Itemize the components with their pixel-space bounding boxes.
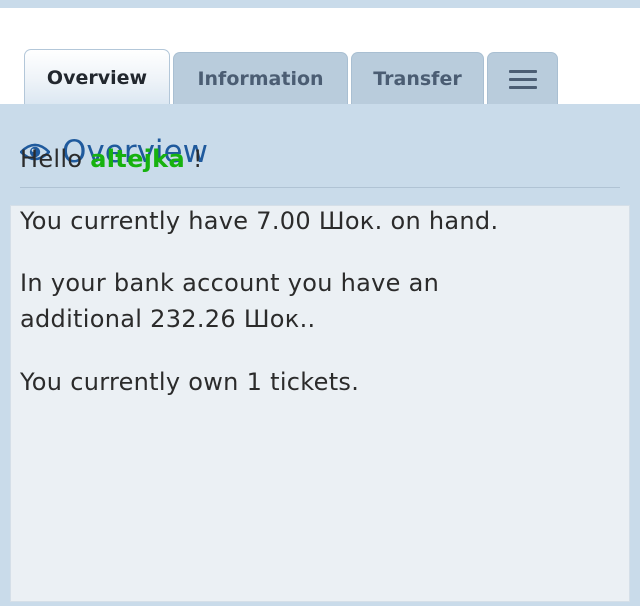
bank-text-line2: additional 232.26 Шок.. xyxy=(20,305,316,333)
tab-information[interactable]: Information xyxy=(173,52,348,105)
tab-menu-button[interactable] xyxy=(487,52,558,105)
tickets-text: You currently own 1 tickets. xyxy=(20,368,360,396)
bank-text-line1: In your bank account you have an xyxy=(20,269,440,297)
greeting-prefix: Hello xyxy=(20,145,83,173)
tab-overview[interactable]: Overview xyxy=(24,49,170,105)
overview-panel: Overview xyxy=(0,104,640,606)
tab-transfer[interactable]: Transfer xyxy=(351,52,484,105)
greeting-line: Hello altejka ! xyxy=(20,141,203,177)
top-strip xyxy=(0,0,640,8)
tab-bar: Overview Information Transfer xyxy=(24,49,561,105)
header-divider xyxy=(20,187,620,188)
bank-text: In your bank account you have an addition… xyxy=(20,265,439,337)
on-hand-text: You currently have 7.00 Шок. on hand. xyxy=(20,207,499,235)
username-link[interactable]: altejka xyxy=(90,145,185,173)
greeting-suffix: ! xyxy=(192,145,203,173)
hamburger-menu-icon xyxy=(508,65,537,94)
